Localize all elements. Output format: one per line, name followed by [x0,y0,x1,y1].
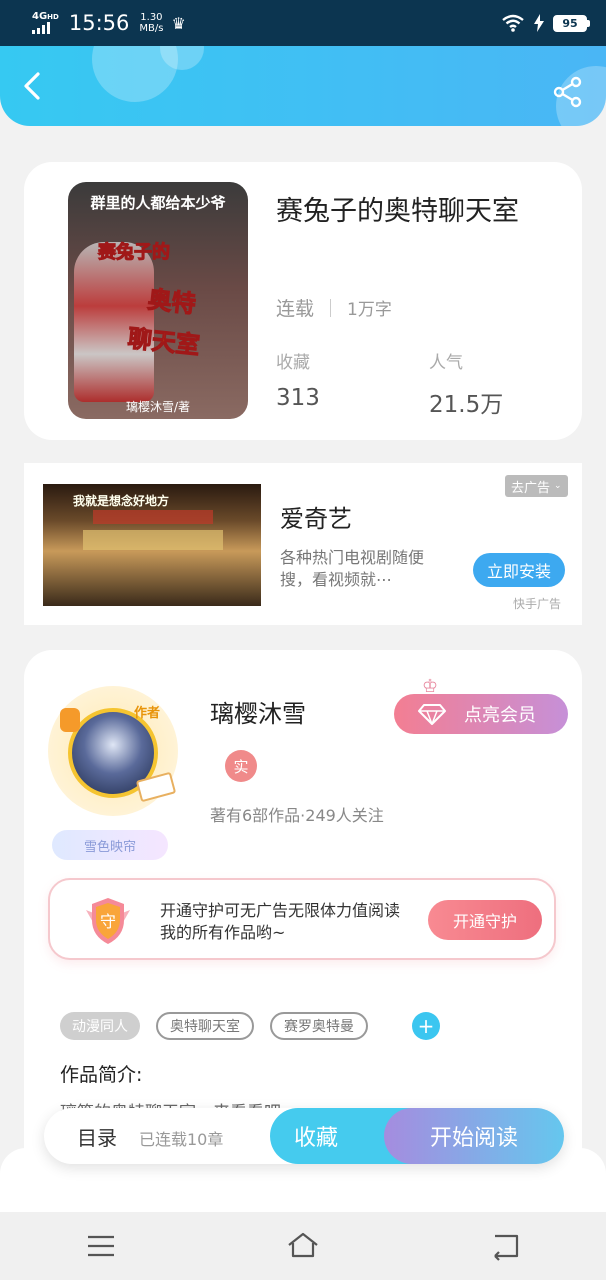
action-bar: 目录 已连载10章 收藏 开始阅读 [44,1108,564,1164]
chapter-count[interactable]: 已连载10章 [139,1126,223,1150]
network-hd: HD [47,13,59,21]
system-nav-bar [0,1212,606,1280]
status-time: 15:56 [68,11,130,35]
back-button[interactable] [18,70,50,102]
book-meta: 连载 1万字 [276,294,392,321]
network-type: 4G [32,11,48,22]
guard-icon-text: 守 [100,912,116,931]
guard-button[interactable]: 开通守护 [428,900,542,940]
tag-list: 动漫同人 奥特聊天室 赛罗奥特曼 + [60,1012,440,1040]
network-indicator: 4GHD [32,12,59,34]
intro-heading: 作品简介: [60,1064,143,1086]
ad-description: 各种热门电视剧随便搜，看视频就⋯ [280,548,425,589]
vip-button[interactable]: 点亮会员 [394,694,568,734]
network-speed: 1.30 MB/s [139,12,163,34]
ad-title: 爱奇艺 [280,505,352,533]
cover-title-line3: 聊天室 [126,324,202,360]
crown-icon: ♛ [171,13,186,33]
lantern-decoration [60,708,80,732]
status-bar: 4GHD 15:56 1.30 MB/s ♛ 95 [0,0,606,46]
verified-badge: 实 [225,750,257,782]
author-stats: 著有6部作品·249人关注 [210,806,384,825]
collect-value: 313 [276,385,320,411]
shield-icon: 守 [86,898,130,944]
wifi-icon [502,14,524,32]
tag-item[interactable]: 奥特聊天室 [156,1012,254,1040]
book-status: 连载 [276,298,315,320]
vip-label: 点亮会员 [464,705,536,726]
guard-text: 开通守护可无广告无限体力值阅读我的所有作品哟~ [160,901,401,942]
nickname-badge: 雪色映帘 [52,830,168,860]
battery-icon: 95 [553,14,590,32]
charging-icon [534,14,544,32]
add-tag-button[interactable]: + [412,1012,440,1040]
collect-label: 收藏 [276,353,310,373]
ad-source: 快手广告 [513,597,562,611]
ad-image-text: 我就是想念好地方 [73,494,170,508]
chevron-down-icon: ⌄ [554,481,562,491]
book-word-count: 1万字 [347,300,392,320]
start-reading-button[interactable]: 开始阅读 [384,1108,564,1164]
popularity-stat: 人气 21.5万 [429,348,503,419]
author-tag: 作者 [134,706,161,721]
share-icon[interactable] [552,76,584,108]
header [0,46,606,126]
battery-level: 95 [553,14,587,32]
speed-unit: MB/s [139,23,164,34]
cover-top-text: 群里的人都给本少爷 [90,194,226,212]
popularity-value: 21.5万 [429,392,504,418]
diamond-icon [418,704,446,725]
guard-promo: 守 开通守护可无广告无限体力值阅读我的所有作品哟~ 开通守护 [48,878,556,960]
install-button[interactable]: 立即安装 [473,553,565,587]
remove-ad-button[interactable]: 去广告 ⌄ [505,475,568,497]
back-icon[interactable] [487,1228,523,1264]
menu-icon[interactable] [83,1228,119,1264]
popularity-label: 人气 [429,353,463,373]
cover-title-line2: 奥特 [146,285,198,319]
meta-divider [330,298,332,317]
book-cover[interactable]: 群里的人都给本少爷 赛兔子的 奥特 聊天室 璃樱沐雪/著 [68,182,248,419]
tag-item[interactable]: 动漫同人 [60,1012,140,1040]
home-icon[interactable] [285,1228,321,1264]
signal-icon [32,22,50,34]
speed-value: 1.30 [140,12,163,23]
tag-item[interactable]: 赛罗奥特曼 [270,1012,368,1040]
ad-image[interactable]: 我就是想念好地方 [43,484,261,606]
book-info-card: 群里的人都给本少爷 赛兔子的 奥特 聊天室 璃樱沐雪/著 赛兔子的奥特聊天室 连… [24,162,582,440]
remove-ad-label: 去广告 [511,480,551,496]
book-title: 赛兔子的奥特聊天室 [276,196,519,227]
author-avatar[interactable]: 作者 [48,686,178,816]
toc-button[interactable]: 目录 [77,1122,117,1151]
cover-author: 璃樱沐雪/著 [125,400,191,414]
cover-title-line1: 赛兔子的 [98,242,171,264]
collect-stat: 收藏 313 [276,348,320,411]
author-name[interactable]: 璃樱沐雪 [210,694,306,729]
ad-card[interactable]: 我就是想念好地方 爱奇艺 各种热门电视剧随便搜，看视频就⋯ 去广告 ⌄ 立即安装… [24,463,582,625]
